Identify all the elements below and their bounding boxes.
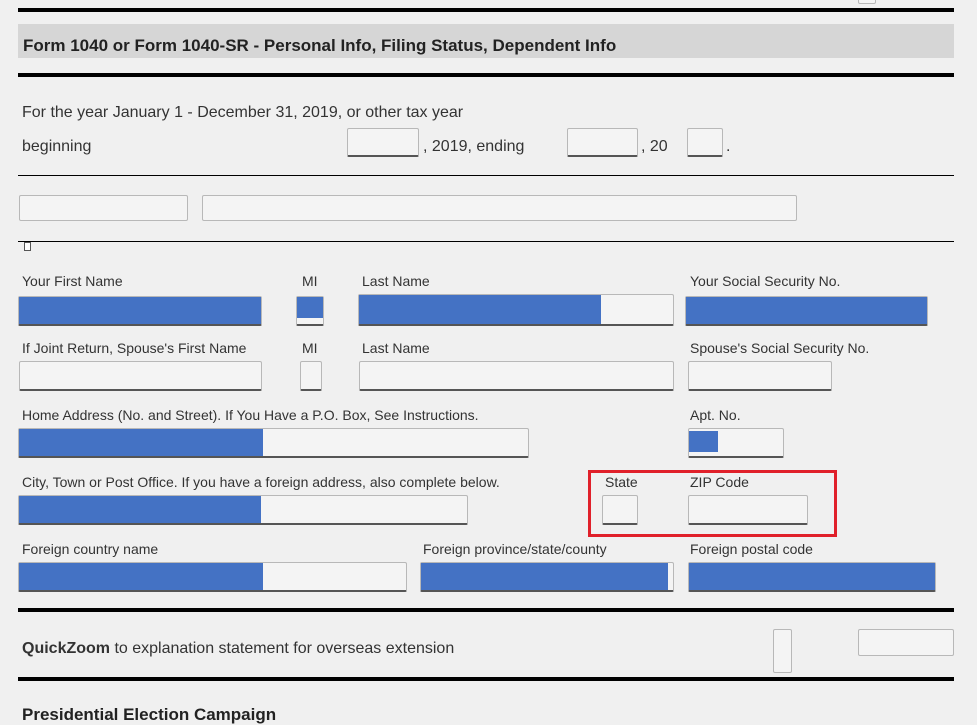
section-title: Form 1040 or Form 1040-SR - Personal Inf… [18, 24, 954, 58]
unlabeled-field-2[interactable] [202, 195, 797, 221]
tax-year-beginning-label: beginning [22, 138, 92, 155]
foreign-postal-redacted [689, 563, 935, 590]
home-address-redacted [19, 429, 264, 456]
apt-no-label: Apt. No. [690, 407, 741, 423]
overseas-extension-input[interactable] [858, 629, 954, 656]
quickzoom-row: QuickZoom to explanation statement for o… [22, 640, 454, 658]
quickzoom-text: to explanation statement for overseas ex… [110, 640, 455, 657]
city-label: City, Town or Post Office. If you have a… [22, 474, 500, 490]
foreign-country-input[interactable] [18, 562, 407, 592]
foreign-postal-input[interactable] [688, 562, 936, 592]
foreign-postal-label: Foreign postal code [690, 541, 813, 557]
tax-year-line1: For the year January 1 - December 31, 20… [22, 104, 464, 121]
ssn-label: Your Social Security No. [690, 273, 841, 289]
mi-label: MI [302, 273, 318, 289]
small-checkbox[interactable] [24, 242, 31, 251]
city-input[interactable] [18, 495, 468, 525]
address-bottom-rule [18, 608, 954, 612]
presidential-election-title: Presidential Election Campaign [22, 705, 277, 724]
foreign-country-redacted [19, 563, 263, 590]
spouse-last-name-label: Last Name [362, 340, 430, 356]
tax-year-20-label: , 20 [641, 138, 668, 155]
ssn-input[interactable] [685, 296, 928, 326]
section-top-rule [18, 8, 954, 12]
first-name-redacted [19, 297, 261, 324]
unlabeled-field-1[interactable] [19, 195, 188, 221]
foreign-country-label: Foreign country name [22, 541, 159, 557]
names-top-rule [18, 241, 954, 242]
foreign-province-input[interactable] [420, 562, 674, 592]
first-name-input[interactable] [18, 296, 262, 326]
top-partial-field[interactable] [858, 0, 876, 4]
spouse-first-name-input[interactable] [19, 361, 262, 391]
last-name-label: Last Name [362, 273, 430, 289]
state-zip-highlight [588, 470, 837, 537]
first-name-label: Your First Name [22, 273, 123, 289]
section-title-rule [18, 73, 954, 77]
tax-year-period: . [726, 138, 731, 155]
ssn-redacted [686, 297, 927, 324]
quickzoom-bottom-rule [18, 677, 954, 681]
tax-year-ending-label: , 2019, ending [423, 138, 525, 155]
spouse-ssn-label: Spouse's Social Security No. [690, 340, 870, 356]
city-redacted [19, 496, 261, 523]
foreign-province-redacted [421, 563, 668, 590]
tax-year-end-year-input[interactable] [687, 128, 723, 157]
spouse-first-name-label: If Joint Return, Spouse's First Name [22, 340, 247, 356]
tax-year-begin-input[interactable] [347, 128, 419, 157]
spouse-mi-input[interactable] [300, 361, 322, 391]
spouse-ssn-input[interactable] [688, 361, 832, 391]
tax-year-end-input[interactable] [567, 128, 638, 157]
mi-input[interactable] [296, 296, 324, 326]
quickzoom-link[interactable]: QuickZoom [22, 640, 110, 657]
foreign-province-label: Foreign province/state/county [423, 541, 607, 557]
apt-no-redacted [689, 431, 719, 452]
mi-redacted [297, 297, 323, 318]
last-name-redacted [359, 295, 601, 324]
quickzoom-button[interactable] [773, 629, 792, 673]
apt-no-input[interactable] [688, 428, 784, 458]
spouse-mi-label: MI [302, 340, 318, 356]
spouse-last-name-input[interactable] [359, 361, 674, 391]
last-name-input[interactable] [358, 294, 674, 326]
home-address-label: Home Address (No. and Street). If You Ha… [22, 407, 479, 423]
tax-year-rule [18, 175, 954, 176]
home-address-input[interactable] [18, 428, 529, 458]
